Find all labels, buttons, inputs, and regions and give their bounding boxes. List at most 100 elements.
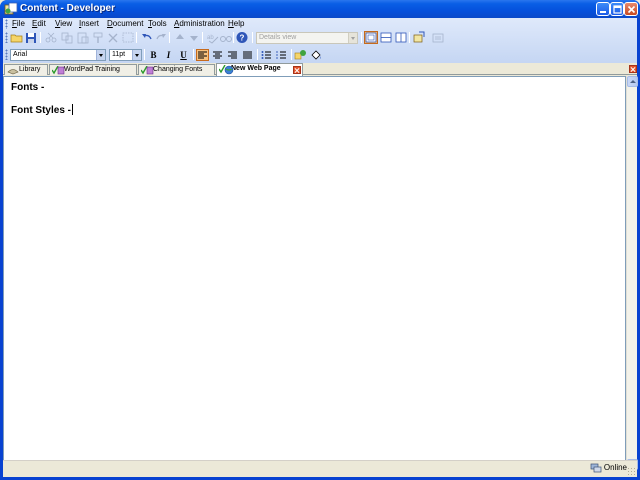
vertical-scrollbar[interactable] — [626, 76, 638, 470]
tab-changing-fonts[interactable]: Changing Fonts — [138, 64, 215, 75]
properties-button[interactable] — [431, 31, 445, 44]
layout-horizontal-icon — [380, 32, 392, 43]
folder-open-icon — [10, 34, 23, 43]
status-bar — [3, 460, 637, 477]
redo-button[interactable] — [154, 31, 168, 44]
align-left-icon — [198, 51, 207, 59]
check-document-icon — [141, 66, 154, 75]
justify-button[interactable] — [241, 49, 254, 61]
font-size-select[interactable]: 11pt — [109, 49, 142, 61]
menu-help[interactable]: Help — [228, 19, 244, 28]
app-logo-icon — [4, 2, 18, 15]
underline-button[interactable]: U — [177, 49, 190, 61]
move-up-button[interactable] — [173, 31, 187, 44]
layout-vertical-button[interactable] — [394, 31, 408, 44]
menu-administration[interactable]: Administration — [174, 19, 225, 28]
connection-status-text: Online — [603, 463, 627, 472]
format-painter-button[interactable] — [91, 31, 105, 44]
command-bars: File Edit View Insert Document Tools Adm… — [3, 18, 637, 63]
spell-check-button[interactable]: ab — [206, 31, 220, 44]
align-right-button[interactable] — [226, 49, 239, 61]
tab-wordpad-training[interactable]: WordPad Training — [49, 64, 137, 75]
doc-line-font-styles[interactable]: Font Styles - — [11, 104, 74, 116]
menu-view[interactable]: View — [55, 19, 72, 28]
undo-button[interactable] — [140, 31, 154, 44]
bullet-list-icon — [261, 51, 271, 59]
spell-check-icon: ab — [207, 35, 219, 44]
window-title: Content - Developer — [20, 3, 116, 14]
check-globe-icon — [219, 65, 234, 75]
insert-link-button[interactable] — [294, 49, 307, 61]
menu-insert[interactable]: Insert — [79, 19, 99, 28]
toolbar-separator — [409, 32, 410, 43]
formatting-toolbar: Arial 11pt B I U — [3, 47, 325, 63]
tab-library[interactable]: Library — [4, 64, 48, 75]
paste-button[interactable] — [76, 31, 90, 44]
check-document-icon — [52, 66, 65, 75]
chevron-down-icon — [132, 50, 141, 60]
insert-link-icon — [294, 50, 306, 60]
close-document-icon[interactable] — [629, 65, 637, 73]
highlight-button[interactable] — [309, 49, 322, 61]
resize-grip[interactable] — [627, 467, 636, 476]
menu-document[interactable]: Document — [107, 19, 143, 28]
tab-close-icon[interactable] — [293, 66, 301, 74]
toolbar-separator — [257, 49, 258, 60]
save-button[interactable] — [24, 31, 38, 44]
move-down-button[interactable] — [187, 31, 201, 44]
select-all-button[interactable] — [121, 31, 135, 44]
toolbar-grip[interactable] — [5, 32, 8, 43]
italic-button[interactable]: I — [162, 49, 175, 61]
toolbar-grip[interactable] — [5, 49, 8, 60]
align-center-icon — [213, 51, 222, 59]
open-button[interactable] — [10, 31, 24, 44]
standard-toolbar: ab ? Details view — [3, 30, 448, 46]
close-button[interactable] — [624, 2, 638, 16]
scroll-up-icon[interactable] — [627, 76, 638, 87]
tab-new-web-page[interactable]: New Web Page — [216, 63, 303, 76]
font-size-value: 11pt — [112, 51, 126, 58]
align-center-button[interactable] — [211, 49, 224, 61]
menu-tools[interactable]: Tools — [148, 19, 167, 28]
cut-button[interactable] — [44, 31, 58, 44]
minimize-icon — [600, 11, 606, 13]
menu-file[interactable]: File — [12, 19, 25, 28]
publish-icon — [413, 31, 425, 43]
publish-button[interactable] — [412, 31, 426, 44]
app-window: Content - Developer File Edit View Inser… — [0, 0, 640, 480]
redo-icon — [156, 34, 166, 40]
doc-line-text[interactable]: Font Styles - — [11, 105, 71, 116]
chevron-down-icon — [348, 33, 357, 43]
toolbar-separator — [193, 49, 194, 60]
layout-horizontal-button[interactable] — [379, 31, 393, 44]
find-button[interactable] — [219, 31, 233, 44]
toolbar-separator — [361, 32, 362, 43]
binoculars-icon — [220, 36, 232, 42]
bullet-list-button[interactable] — [260, 49, 273, 61]
arrow-down-icon — [190, 36, 198, 41]
minimize-button[interactable] — [596, 2, 610, 16]
numbered-list-button[interactable] — [275, 49, 288, 61]
copy-button[interactable] — [60, 31, 74, 44]
properties-icon — [432, 33, 444, 43]
tab-label: Library — [19, 66, 41, 73]
numbered-list-icon — [276, 51, 286, 59]
align-left-button[interactable] — [196, 49, 209, 61]
maximize-button[interactable] — [610, 2, 624, 16]
menu-grip[interactable] — [5, 19, 8, 29]
delete-button[interactable] — [106, 31, 120, 44]
toolbar-separator — [202, 32, 203, 43]
layout-single-button[interactable] — [364, 31, 378, 44]
editor-content[interactable]: Fonts - Font Styles - — [3, 76, 626, 470]
doc-line-fonts[interactable]: Fonts - — [11, 82, 44, 93]
chevron-down-icon — [96, 50, 105, 60]
toolbar-separator — [233, 32, 234, 43]
font-family-select[interactable]: Arial — [10, 49, 106, 61]
help-button[interactable]: ? — [235, 31, 249, 44]
menu-edit[interactable]: Edit — [32, 19, 46, 28]
view-mode-select[interactable]: Details view — [256, 32, 358, 44]
select-all-icon — [122, 32, 134, 43]
bold-button[interactable]: B — [147, 49, 160, 61]
toolbar-separator — [252, 32, 253, 43]
title-bar[interactable]: Content - Developer — [0, 0, 640, 18]
